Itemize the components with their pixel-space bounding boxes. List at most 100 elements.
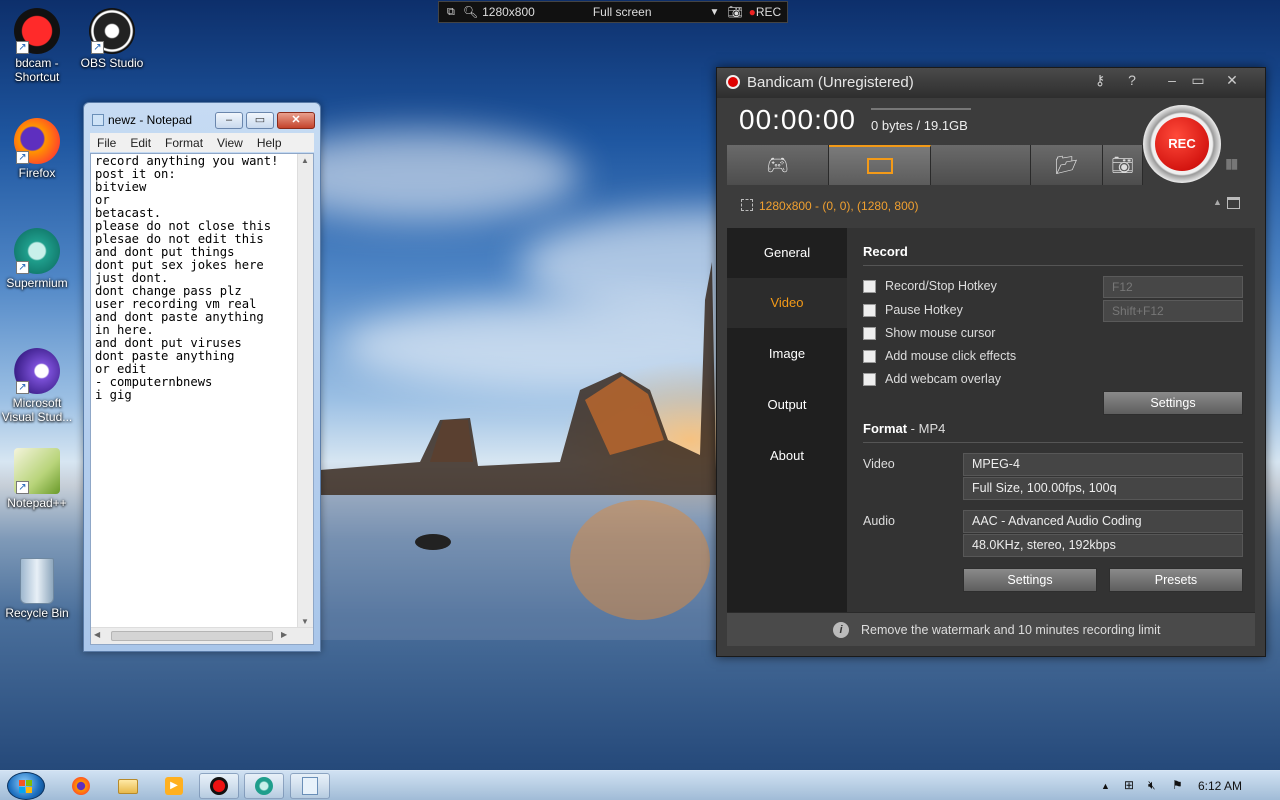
bandicam-window[interactable]: Bandicam (Unregistered) ⚷ ? – ▭ ✕ 00:00:…	[716, 67, 1266, 657]
scroll-right-icon[interactable]: ▶	[281, 630, 287, 639]
record-hotkey-field[interactable]: F12	[1103, 276, 1243, 298]
minimize-button[interactable]: –	[215, 112, 243, 129]
notepad-icon	[302, 777, 318, 795]
help-icon[interactable]: ?	[1121, 72, 1143, 92]
taskbar-clock[interactable]: 6:12 AM	[1198, 779, 1242, 793]
start-button[interactable]	[7, 772, 45, 800]
bandicam-capture-bar[interactable]: ⧉ 🔍︎ 1280x800 Full screen ▼ 📷︎ ● REC	[438, 1, 788, 23]
firefox-icon	[72, 777, 90, 795]
maximize-button[interactable]: ▭	[1187, 72, 1209, 92]
bandicam-icon: ↗	[14, 8, 60, 54]
device-mode-tab[interactable]	[931, 145, 1031, 185]
collapse-icon[interactable]: ▲	[1213, 197, 1222, 207]
close-button[interactable]: ✕	[277, 112, 315, 129]
mouse-click-effects-checkbox[interactable]: Add mouse click effects	[863, 349, 1016, 363]
desktop-icon-label: Recycle Bin	[5, 606, 69, 620]
network-icon[interactable]: ⊞	[1124, 778, 1134, 792]
screen-rectangle-icon	[866, 158, 893, 174]
taskbar-supermium[interactable]	[244, 773, 284, 799]
window-icon[interactable]	[1227, 197, 1240, 209]
sidebar-item-general[interactable]: General	[727, 228, 847, 278]
recording-timer: 00:00:00	[739, 104, 856, 135]
rec-button[interactable]: REC	[756, 5, 781, 19]
action-center-flag-icon[interactable]: ⚑	[1172, 778, 1183, 792]
scroll-down-icon[interactable]: ▼	[301, 617, 309, 626]
sidebar-item-about[interactable]: About	[727, 431, 847, 481]
minimize-button[interactable]: –	[1161, 72, 1183, 92]
screenshot-tab[interactable]: 📷︎	[1103, 145, 1143, 185]
open-folder-tab[interactable]: 📂︎	[1031, 145, 1103, 185]
vertical-scrollbar[interactable]: ▲ ▼	[297, 154, 313, 628]
checkbox-box[interactable]	[863, 303, 876, 317]
scroll-thumb[interactable]	[111, 631, 273, 641]
bandicam-icon	[210, 777, 228, 795]
camera-icon[interactable]: 📷︎	[727, 5, 742, 19]
desktop-icon-bdcam[interactable]: ↗ bdcam - Shortcut	[0, 8, 74, 84]
checkbox-box[interactable]	[863, 372, 876, 386]
folder-icon: 📂︎	[1055, 154, 1078, 175]
webcam-overlay-checkbox[interactable]: Add webcam overlay	[863, 372, 1001, 386]
taskbar-file-explorer[interactable]	[108, 773, 148, 799]
record-stop-hotkey-checkbox[interactable]: Record/Stop Hotkey	[863, 279, 997, 293]
notepad-title: newz - Notepad	[92, 113, 192, 127]
menu-format[interactable]: Format	[158, 136, 210, 150]
desktop-icon-firefox[interactable]: ↗ Firefox	[0, 118, 74, 180]
pause-hotkey-checkbox[interactable]: Pause Hotkey	[863, 303, 963, 317]
checkbox-label: Add mouse click effects	[885, 349, 1017, 363]
desktop-icon-supermium[interactable]: ↗ Supermium	[0, 228, 74, 290]
chevron-down-icon[interactable]: ▼	[710, 7, 720, 18]
window-mode-icon[interactable]: ⧉	[447, 6, 455, 19]
capture-region-bar[interactable]: 1280x800 - (0, 0), (1280, 800) ▲	[727, 192, 1255, 218]
notepad-window[interactable]: newz - Notepad – ▭ ✕ File Edit Format Vi…	[83, 102, 321, 652]
capture-mode-select[interactable]: Full screen	[593, 5, 652, 19]
rec-button-ring[interactable]: REC	[1143, 105, 1221, 183]
volume-muted-icon[interactable]: 🔇︎	[1148, 778, 1156, 793]
checkbox-box[interactable]	[863, 326, 876, 340]
bandicam-logo-icon	[726, 75, 740, 89]
shortcut-arrow-icon: ↗	[91, 41, 104, 54]
notepad-text-area[interactable]: record anything you want! post it on: bi…	[90, 153, 314, 645]
desktop-icon-label: Firefox	[18, 166, 56, 180]
file-explorer-icon	[118, 778, 138, 794]
notepadpp-icon: ↗	[14, 448, 60, 494]
format-settings-button[interactable]: Settings	[963, 568, 1097, 592]
checkbox-box[interactable]	[863, 349, 876, 363]
horizontal-scrollbar[interactable]: ◀ ▶	[91, 627, 313, 644]
sidebar-item-video[interactable]: Video	[727, 278, 847, 328]
shortcut-arrow-icon: ↗	[16, 261, 29, 274]
menu-view[interactable]: View	[210, 136, 250, 150]
menu-file[interactable]: File	[90, 136, 123, 150]
taskbar-firefox[interactable]	[61, 773, 101, 799]
taskbar-notepad[interactable]	[290, 773, 330, 799]
rec-button[interactable]: REC	[1155, 117, 1209, 171]
tray-expand-icon[interactable]: ▲	[1101, 781, 1110, 791]
scroll-up-icon[interactable]: ▲	[301, 156, 309, 165]
desktop-icon-visual-studio[interactable]: ↗ Microsoft Visual Stud...	[0, 348, 74, 424]
maximize-button[interactable]: ▭	[246, 112, 274, 129]
taskbar-media-player[interactable]: ▶	[154, 773, 194, 799]
close-button[interactable]: ✕	[1221, 72, 1243, 92]
menu-edit[interactable]: Edit	[123, 136, 158, 150]
desktop-icon-obs[interactable]: ↗ OBS Studio	[75, 8, 149, 70]
screen-mode-tab[interactable]	[829, 145, 931, 185]
pause-icon[interactable]: ▮▮	[1225, 155, 1238, 172]
key-icon[interactable]: ⚷	[1089, 72, 1111, 92]
upgrade-message[interactable]: Remove the watermark and 10 minutes reco…	[861, 623, 1160, 637]
notepad-text-content[interactable]: record anything you want! post it on: bi…	[95, 155, 278, 402]
desktop-icon-recycle-bin[interactable]: Recycle Bin	[0, 558, 74, 620]
sidebar-item-output[interactable]: Output	[727, 380, 847, 430]
scroll-left-icon[interactable]: ◀	[94, 630, 100, 639]
record-settings-button[interactable]: Settings	[1103, 391, 1243, 415]
sidebar-item-image[interactable]: Image	[727, 329, 847, 379]
format-presets-button[interactable]: Presets	[1109, 568, 1243, 592]
bandicam-titlebar[interactable]: Bandicam (Unregistered) ⚷ ? – ▭ ✕	[717, 68, 1265, 98]
desktop-icon-notepadpp[interactable]: ↗ Notepad++	[0, 448, 74, 510]
pause-hotkey-field[interactable]: Shift+F12	[1103, 300, 1243, 322]
menu-help[interactable]: Help	[250, 136, 289, 150]
game-mode-tab[interactable]: 🎮︎	[727, 145, 829, 185]
magnifier-icon[interactable]: 🔍︎	[463, 5, 478, 19]
taskbar-bandicam[interactable]	[199, 773, 239, 799]
upgrade-footer[interactable]: i Remove the watermark and 10 minutes re…	[727, 612, 1255, 646]
checkbox-box[interactable]	[863, 279, 876, 293]
show-mouse-cursor-checkbox[interactable]: Show mouse cursor	[863, 326, 995, 340]
